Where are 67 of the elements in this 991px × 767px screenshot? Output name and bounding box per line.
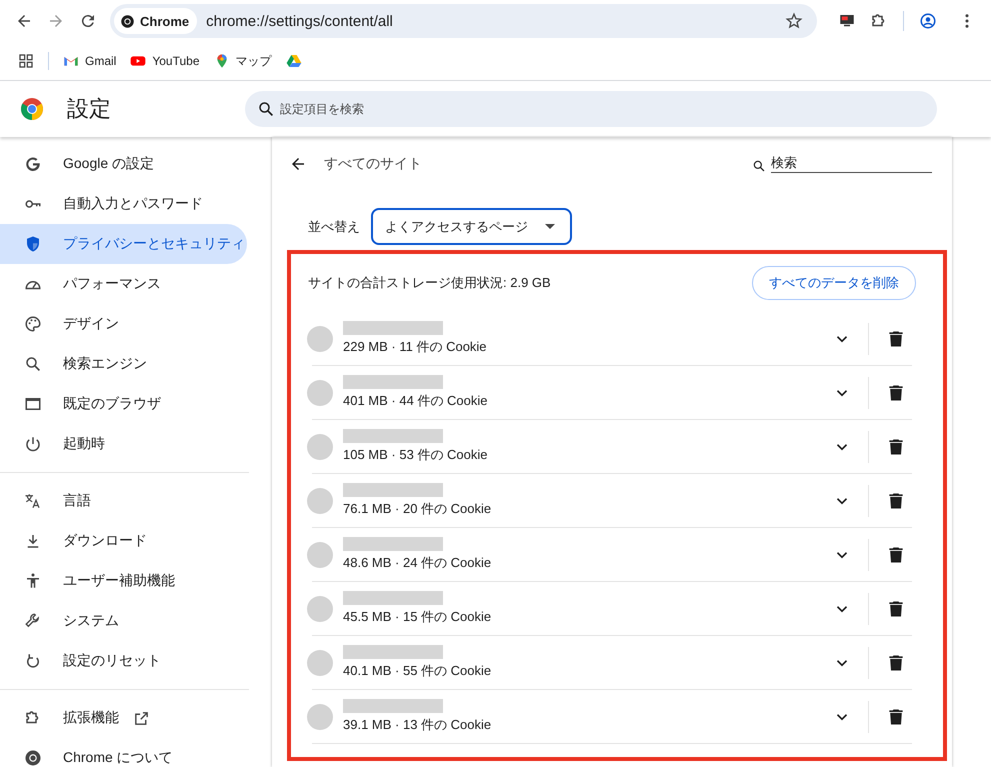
person-icon bbox=[24, 572, 42, 590]
site-usage-text: 229 MB · 11 件の Cookie bbox=[343, 338, 488, 356]
site-favicon-placeholder bbox=[307, 704, 333, 730]
page-title: すべてのサイト bbox=[324, 155, 423, 173]
storage-summary: サイトの合計ストレージ使用状況: 2.9 GB bbox=[308, 274, 551, 292]
sidebar-item[interactable]: 拡張機能 bbox=[0, 698, 247, 738]
browser-window-icon bbox=[24, 395, 42, 413]
settings-search-field[interactable]: 設定項目を検索 bbox=[245, 91, 937, 127]
account-icon[interactable] bbox=[919, 12, 937, 30]
site-usage-text: 48.6 MB · 24 件の Cookie bbox=[343, 554, 492, 572]
site-usage-text: 105 MB · 53 件の Cookie bbox=[343, 446, 489, 464]
site-usage-text: 39.1 MB · 13 件の Cookie bbox=[343, 716, 492, 734]
reset-icon bbox=[24, 652, 42, 670]
sort-label: 並べ替え bbox=[308, 218, 360, 236]
search-icon bbox=[24, 355, 42, 373]
site-usage-text: 45.5 MB · 15 件の Cookie bbox=[343, 608, 492, 626]
search-icon bbox=[752, 159, 766, 173]
url-text: chrome://settings/content/all bbox=[206, 12, 394, 30]
site-chip[interactable]: Chrome bbox=[114, 8, 198, 34]
site-usage-text: 401 MB · 44 件の Cookie bbox=[343, 392, 489, 410]
power-icon bbox=[24, 435, 42, 453]
sidebar-item[interactable]: 言語 bbox=[0, 481, 247, 521]
sidebar-item[interactable]: 既定のブラウザ bbox=[0, 384, 247, 424]
sidebar-item[interactable]: 検索エンジン bbox=[0, 344, 247, 384]
sidebar-item[interactable]: 設定のリセット bbox=[0, 641, 247, 681]
sidebar-item[interactable]: デザイン bbox=[0, 304, 247, 344]
sidebar-item[interactable]: Chrome について bbox=[0, 738, 247, 767]
drive-icon[interactable] bbox=[286, 53, 302, 69]
delete-all-button[interactable]: すべてのデータを削除 bbox=[752, 266, 916, 300]
site-favicon-placeholder bbox=[307, 326, 333, 352]
bookmark-link[interactable]: マップ bbox=[214, 52, 272, 70]
caret-icon bbox=[545, 224, 555, 229]
site-favicon-placeholder bbox=[307, 380, 333, 406]
chrome-logo-icon bbox=[20, 97, 44, 121]
sidebar-item[interactable]: 起動時 bbox=[0, 424, 247, 464]
site-favicon-placeholder bbox=[307, 542, 333, 568]
wrench-icon bbox=[24, 612, 42, 630]
sidebar-item[interactable]: システム bbox=[0, 601, 247, 641]
sidebar-item[interactable]: Google の設定 bbox=[0, 144, 247, 184]
apps-grid-icon[interactable] bbox=[18, 53, 34, 69]
address-bar[interactable]: Chrome chrome://settings/content/all bbox=[110, 4, 817, 38]
translate-icon bbox=[24, 492, 42, 510]
sidebar-item[interactable]: ダウンロード bbox=[0, 521, 247, 561]
sidebar-item[interactable]: 自動入力とパスワード bbox=[0, 184, 247, 224]
external-link-icon bbox=[133, 710, 150, 726]
sidebar-item[interactable]: パフォーマンス bbox=[0, 264, 247, 304]
forward-icon[interactable] bbox=[47, 12, 65, 30]
site-search-field[interactable]: 検索 bbox=[771, 155, 932, 173]
site-favicon-placeholder bbox=[307, 596, 333, 622]
site-usage-text: 76.1 MB · 20 件の Cookie bbox=[343, 500, 492, 518]
reload-icon[interactable] bbox=[79, 12, 97, 30]
site-favicon-placeholder bbox=[307, 650, 333, 676]
site-favicon-placeholder bbox=[307, 434, 333, 460]
bookmark-link[interactable]: Gmail bbox=[63, 53, 116, 69]
sidebar-item[interactable]: ユーザー補助機能 bbox=[0, 561, 247, 601]
google-g-icon bbox=[24, 155, 42, 173]
site-favicon-placeholder bbox=[307, 488, 333, 514]
chrome-icon bbox=[120, 14, 135, 28]
bookmark-link[interactable]: YouTube bbox=[130, 53, 200, 69]
palette-icon bbox=[24, 315, 42, 333]
bookmark-star-icon[interactable] bbox=[785, 12, 803, 30]
settings-title: 設定 bbox=[67, 95, 112, 123]
sidebar-item[interactable]: プライバシーとセキュリティ bbox=[0, 224, 247, 264]
site-usage-text: 40.1 MB · 55 件の Cookie bbox=[343, 662, 492, 680]
shield-icon bbox=[24, 235, 42, 253]
sort-dropdown[interactable]: よくアクセスするページ bbox=[371, 208, 572, 245]
chrome-icon bbox=[24, 749, 42, 767]
